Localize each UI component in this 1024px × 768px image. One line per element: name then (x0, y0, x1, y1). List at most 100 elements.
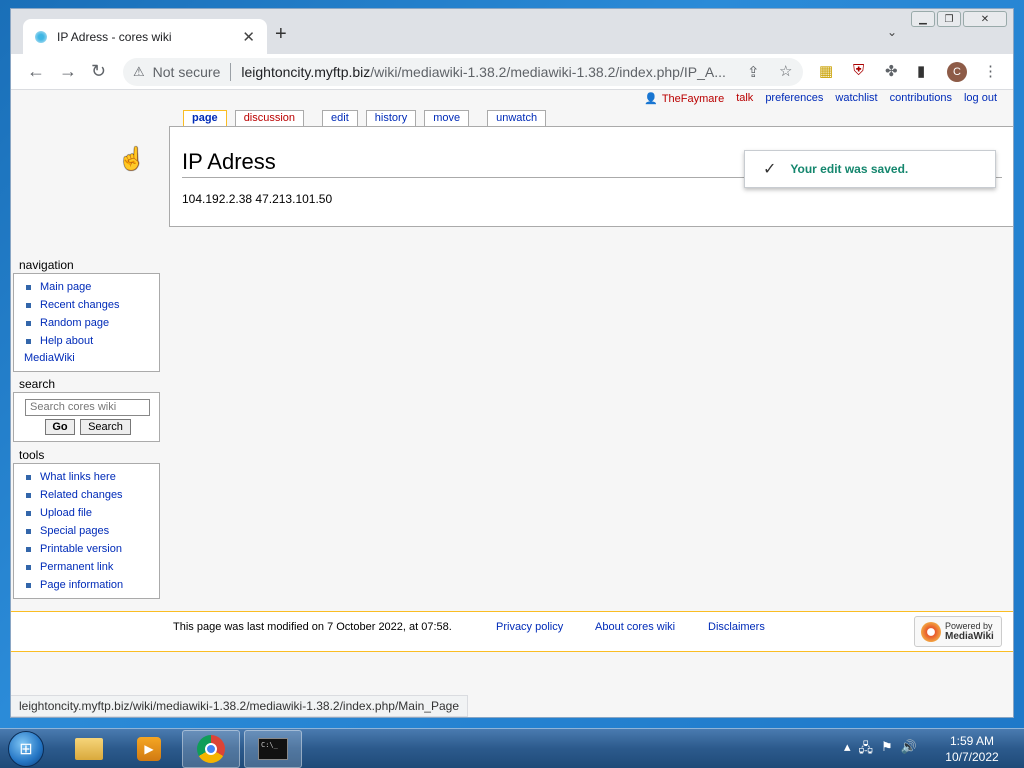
clock-time: 1:59 AM (949, 734, 995, 748)
go-button[interactable]: Go (45, 419, 75, 435)
personal-tools: 👤 TheFaymare talk preferences watchlist c… (644, 92, 997, 105)
minimize-button[interactable]: ▁ (911, 11, 935, 27)
tab-edit[interactable]: edit (322, 110, 358, 126)
address-bar[interactable]: ⚠ Not secure leightoncity.myftp.biz/wiki… (123, 58, 803, 86)
close-window-button[interactable]: ✕ (963, 11, 1007, 27)
tab-unwatch[interactable]: unwatch (487, 110, 547, 126)
logout-link[interactable]: log out (964, 92, 997, 105)
not-secure-label: Not secure (152, 64, 221, 80)
tools-portlet: What links here Related changes Upload f… (13, 463, 160, 599)
tools-title: tools (19, 448, 45, 462)
browser-toolbar: ← → ↻ ⚠ Not secure leightoncity.myftp.bi… (11, 54, 1013, 90)
chrome-icon (197, 735, 225, 763)
talk-link[interactable]: talk (736, 92, 753, 105)
nav-help-label-cont: MediaWiki (24, 352, 75, 364)
tool-related-changes[interactable]: Related changes (24, 486, 153, 504)
omnibox-divider (230, 63, 232, 81)
mediawiki-label: MediaWiki (945, 631, 994, 642)
status-bar-url: leightoncity.myftp.biz/wiki/mediawiki-1.… (11, 695, 468, 717)
last-modified-text: This page was last modified on 7 October… (173, 621, 452, 633)
user-icon: 👤 (644, 93, 658, 105)
system-clock[interactable]: 1:59 AM 10/7/2022 (942, 733, 1002, 765)
new-tab-button[interactable]: + (275, 23, 287, 46)
browser-tab[interactable]: IP Adress - cores wiki ✕ (23, 19, 267, 54)
tab-page[interactable]: page (183, 110, 227, 126)
share-icon[interactable]: ⇪ (747, 63, 760, 81)
search-title: search (19, 377, 56, 391)
tool-page-information[interactable]: Page information (24, 576, 153, 594)
volume-icon[interactable]: 🔊 (901, 739, 917, 761)
page-tabs: page discussion edit history move unwatc… (183, 110, 554, 126)
taskbar-chrome[interactable] (182, 730, 240, 768)
powered-by-mediawiki-badge[interactable]: Powered by MediaWiki (914, 616, 1002, 647)
taskbar-media-player[interactable]: ▶ (120, 730, 178, 768)
tool-special-pages[interactable]: Special pages (24, 522, 153, 540)
tab-discussion[interactable]: discussion (234, 110, 305, 126)
folder-icon (75, 738, 103, 760)
tab-title: IP Adress - cores wiki (57, 29, 172, 44)
tool-what-links-here[interactable]: What links here (24, 468, 153, 486)
kebab-menu-icon[interactable]: ⋮ (983, 62, 998, 80)
reload-icon[interactable]: ↻ (91, 61, 106, 82)
maximize-button[interactable]: ❐ (937, 11, 961, 27)
nav-recent-changes[interactable]: Recent changes (24, 296, 153, 314)
window-controls: ▁ ❐ ✕ (911, 11, 1007, 27)
taskbar-explorer[interactable] (60, 730, 118, 768)
action-center-flag-icon[interactable]: ⚑ (881, 739, 893, 761)
start-button[interactable]: ⊞ (8, 731, 44, 767)
windows-taskbar: ⊞ ▶ C:\_ ▴ 🖧 ⚑ 🔊 1:59 AM 10/7/2022 (0, 728, 1024, 768)
nav-help[interactable]: Help about MediaWiki (24, 332, 153, 366)
navigation-portlet: Main page Recent changes Random page Hel… (13, 273, 160, 372)
warning-icon: ⚠ (133, 64, 145, 79)
show-hidden-icons-icon[interactable]: ▴ (844, 739, 851, 761)
disclaimers-link[interactable]: Disclaimers (708, 621, 765, 633)
notification-message: Your edit was saved. (790, 162, 909, 176)
clock-date: 10/7/2022 (945, 750, 999, 764)
network-icon[interactable]: 🖧 (859, 739, 874, 761)
back-icon[interactable]: ← (27, 61, 45, 82)
wiki-page: 👤 TheFaymare talk preferences watchlist c… (11, 90, 1013, 717)
tab-close-icon[interactable]: ✕ (242, 28, 255, 46)
nav-main-page[interactable]: Main page (24, 278, 153, 296)
side-panel-icon[interactable]: ▮ (917, 62, 925, 80)
url-path: /wiki/mediawiki-1.38.2/mediawiki-1.38.2/… (370, 64, 726, 80)
url-text[interactable]: leightoncity.myftp.biz/wiki/mediawiki-1.… (241, 64, 731, 80)
tool-permanent-link[interactable]: Permanent link (24, 558, 153, 576)
media-player-icon: ▶ (137, 737, 161, 761)
system-tray: ▴ 🖧 ⚑ 🔊 (844, 739, 917, 761)
navigation-title: navigation (19, 258, 74, 272)
checkmark-icon: ✓ (763, 161, 777, 178)
footer: This page was last modified on 7 October… (11, 611, 1013, 652)
forward-icon[interactable]: → (59, 61, 77, 82)
tab-history[interactable]: history (365, 110, 417, 126)
search-input[interactable]: Search cores wiki (25, 399, 150, 416)
tab-move[interactable]: move (424, 110, 470, 126)
nav-random-page[interactable]: Random page (24, 314, 153, 332)
hand-cursor-icon: ☝ (118, 146, 146, 171)
nav-help-label: Help about (40, 335, 94, 347)
page-body: 104.192.2.38 47.213.101.50 (182, 192, 333, 206)
edit-saved-notification[interactable]: ✓ Your edit was saved. (744, 150, 996, 188)
privacy-policy-link[interactable]: Privacy policy (496, 621, 563, 633)
contributions-link[interactable]: contributions (890, 92, 952, 105)
mediawiki-logo-icon (921, 621, 941, 642)
extensions-puzzle-icon[interactable]: ✤ (885, 62, 898, 80)
profile-avatar[interactable]: C (947, 62, 967, 82)
bookmark-star-icon[interactable]: ☆ (779, 62, 792, 80)
tool-printable-version[interactable]: Printable version (24, 540, 153, 558)
url-host: leightoncity.myftp.biz (241, 64, 371, 80)
user-link[interactable]: TheFaymare (662, 93, 724, 105)
search-button[interactable]: Search (80, 419, 131, 435)
command-prompt-icon: C:\_ (258, 738, 288, 760)
taskbar-cmd[interactable]: C:\_ (244, 730, 302, 768)
browser-window: IP Adress - cores wiki ✕ + ⌄ ▁ ❐ ✕ ← → ↻… (10, 8, 1014, 718)
rss-extension-icon[interactable]: ▦ (819, 62, 833, 80)
powered-by-label: Powered by (945, 621, 993, 631)
tool-upload-file[interactable]: Upload file (24, 504, 153, 522)
preferences-link[interactable]: preferences (765, 92, 823, 105)
watchlist-link[interactable]: watchlist (835, 92, 877, 105)
wiki-favicon-icon (35, 30, 47, 43)
about-link[interactable]: About cores wiki (595, 621, 675, 633)
tab-search-icon[interactable]: ⌄ (887, 25, 897, 39)
ublock-icon[interactable]: ⛨ (853, 62, 864, 79)
